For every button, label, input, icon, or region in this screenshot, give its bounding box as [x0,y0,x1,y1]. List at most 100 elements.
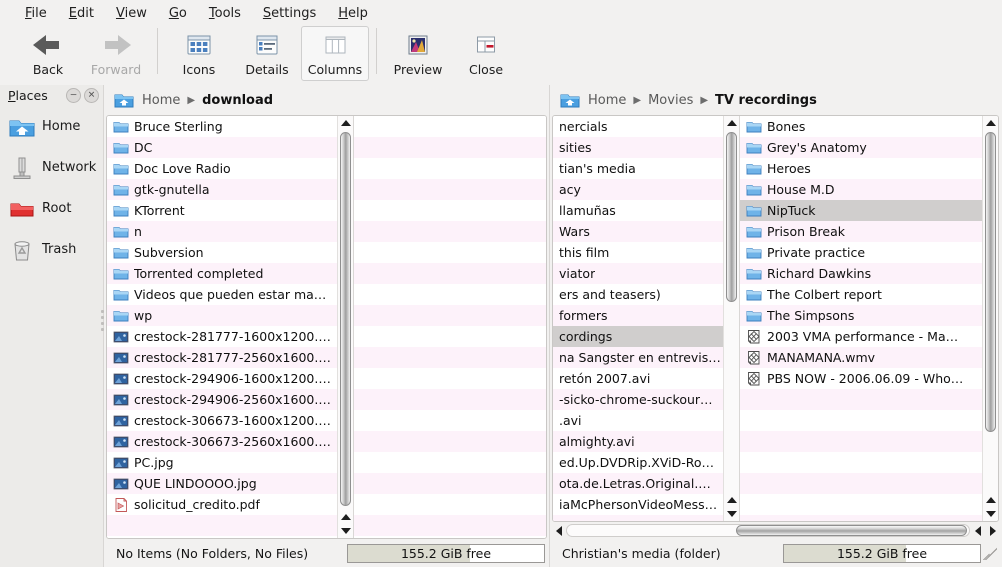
list-item[interactable]: iaMcPhersonVideoMess… [553,494,723,515]
list-item[interactable]: Prison Break [740,221,982,242]
menu-go[interactable]: Go [158,3,198,24]
list-item[interactable]: PC.jpg [107,452,337,473]
list-item[interactable]: Richard Dawkins [740,263,982,284]
menu-file[interactable]: File [14,3,58,24]
sidebar-splitter-handle[interactable] [101,310,104,332]
list-item[interactable]: KTorrent [107,200,337,221]
minus-icon[interactable]: − [66,88,81,103]
sidebar-item-network[interactable]: Network [0,147,103,188]
column-movies[interactable]: nercials sities tian's media acy llamuñas War… [553,116,723,521]
menu-tools[interactable]: Tools [198,3,252,24]
list-item[interactable]: Torrented completed [107,263,337,284]
list-item[interactable]: gtk-gnutella [107,179,337,200]
list-item[interactable]: crestock-281777-2560x1600.… [107,347,337,368]
list-item[interactable]: nercials [553,116,723,137]
right-col1-vscrollbar[interactable] [982,116,998,521]
scroll-down-arrow-icon[interactable] [338,524,353,538]
column-empty[interactable] [354,116,546,538]
list-item[interactable]: DC [107,137,337,158]
list-item[interactable]: this film [553,242,723,263]
scroll-down-arrow-icon[interactable] [724,507,739,521]
menu-view[interactable]: View [105,3,158,24]
list-item[interactable]: tian's media [553,158,723,179]
list-item[interactable]: cordings [553,326,723,347]
list-item[interactable]: crestock-306673-1600x1200.… [107,410,337,431]
list-item[interactable]: .avi [553,410,723,431]
list-item[interactable]: Wars [553,221,723,242]
list-item[interactable]: ers and teasers) [553,284,723,305]
list-item[interactable]: ed.Up.DVDRip.XViD-Ro… [553,452,723,473]
right-hscrollbar[interactable] [550,522,1001,539]
scrollbar-thumb[interactable] [985,132,996,432]
list-item[interactable]: Subversion [107,242,337,263]
home-icon[interactable] [114,92,134,109]
right-col0-vscrollbar[interactable] [723,116,739,521]
list-item[interactable]: The Colbert report [740,284,982,305]
right-breadcrumb-item-1[interactable]: Movies [648,93,693,108]
hscrollbar-thumb[interactable] [735,525,967,536]
scroll-left-arrow-icon[interactable] [551,523,566,538]
list-item[interactable]: na Sangster en entrevis… [553,347,723,368]
details-view-button[interactable]: Details [233,26,301,81]
list-item[interactable]: Bruce Sterling [107,116,337,137]
right-breadcrumb-item-2[interactable]: TV recordings [715,93,817,108]
menu-settings[interactable]: Settings [252,3,327,24]
list-item[interactable]: acy [553,179,723,200]
list-item[interactable]: viator [553,263,723,284]
list-item[interactable]: Bones [740,116,982,137]
left-breadcrumb-item-0[interactable]: Home [142,93,180,108]
list-item[interactable]: Videos que pueden estar ma… [107,284,337,305]
list-item[interactable]: crestock-294906-2560x1600.… [107,389,337,410]
list-item[interactable]: solicitud_credito.pdf [107,494,337,515]
scroll-down-arrow-icon[interactable] [983,507,998,521]
preview-button[interactable]: Preview [384,26,452,81]
scroll-up-arrow-icon-2[interactable] [724,493,739,507]
left-col0-vscrollbar[interactable] [337,116,353,538]
list-item[interactable]: almighty.avi [553,431,723,452]
home-icon[interactable] [560,92,580,109]
list-item[interactable]: formers [553,305,723,326]
sidebar-item-home[interactable]: Home [0,106,103,147]
scroll-left-arrow-icon-2[interactable] [970,523,985,538]
back-button[interactable]: Back [14,26,82,81]
list-item[interactable]: QUE LINDOOOO.jpg [107,473,337,494]
scrollbar-thumb[interactable] [726,132,737,302]
scroll-up-arrow-icon[interactable] [338,116,353,130]
list-item[interactable]: Heroes [740,158,982,179]
list-item[interactable]: wp [107,305,337,326]
list-item[interactable]: sities [553,137,723,158]
list-item[interactable]: NipTuck [740,200,982,221]
icons-view-button[interactable]: Icons [165,26,233,81]
column-download[interactable]: Bruce Sterling DC Doc Love Radio gtk-gnutel… [107,116,337,538]
list-item[interactable]: -sicko-chrome-suckour… [553,389,723,410]
list-item[interactable]: crestock-294906-1600x1200.… [107,368,337,389]
list-item[interactable]: ota.de.Letras.Original.… [553,473,723,494]
columns-view-button[interactable]: Columns [301,26,369,81]
scroll-right-arrow-icon[interactable] [985,523,1000,538]
list-item[interactable]: Private practice [740,242,982,263]
resize-grip-icon[interactable] [983,546,997,560]
scroll-up-arrow-icon[interactable] [983,116,998,130]
close-icon[interactable]: ✕ [84,88,99,103]
menu-edit[interactable]: Edit [58,3,105,24]
column-tv-recordings[interactable]: Bones Grey's Anatomy Heroes House M.D NipTuc… [740,116,982,521]
scroll-up-arrow-icon-2[interactable] [983,493,998,507]
list-item[interactable]: MANAMANA.wmv [740,347,982,368]
list-item[interactable]: retón 2007.avi [553,368,723,389]
forward-button[interactable]: Forward [82,26,150,81]
hscrollbar-track[interactable] [566,524,970,537]
list-item[interactable]: n [107,221,337,242]
scroll-up-arrow-icon[interactable] [724,116,739,130]
sidebar-item-trash[interactable]: Trash [0,229,103,270]
list-item[interactable]: Grey's Anatomy [740,137,982,158]
list-item[interactable]: crestock-306673-2560x1600.… [107,431,337,452]
list-item[interactable]: Doc Love Radio [107,158,337,179]
list-item[interactable]: crestock-281777-1600x1200.… [107,326,337,347]
list-item[interactable]: House M.D [740,179,982,200]
scrollbar-thumb[interactable] [340,132,351,506]
list-item[interactable]: 2003 VMA performance - Ma… [740,326,982,347]
left-breadcrumb-item-1[interactable]: download [202,93,273,108]
scroll-up-arrow-icon-2[interactable] [338,510,353,524]
close-panel-button[interactable]: Close [452,26,520,81]
list-item[interactable]: PBS NOW - 2006.06.09 - Who… [740,368,982,389]
